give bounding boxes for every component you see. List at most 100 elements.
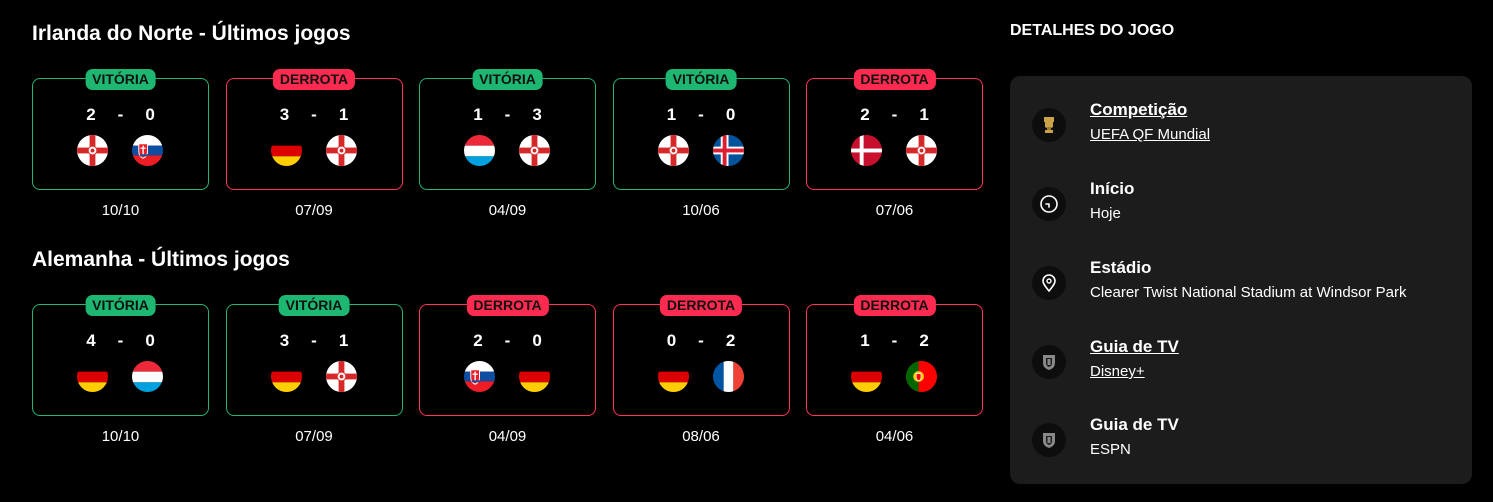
away-score: 1: [919, 105, 929, 124]
team-flags: [420, 361, 595, 393]
result-badge: DERROTA: [853, 295, 936, 316]
northern-ireland-flag: [77, 135, 108, 166]
slovakia-flag: [132, 135, 163, 166]
detail-label: Estádio: [1090, 258, 1152, 277]
game-card[interactable]: VITÓRIA 4 - 0: [32, 295, 209, 416]
score: 1 - 2: [807, 331, 982, 351]
team-flags: [33, 361, 208, 393]
away-score: 0: [145, 331, 155, 350]
home-score: 1: [666, 105, 677, 124]
detail-value: ESPN: [1090, 441, 1131, 458]
match-details-header: DETALHES DO JOGO: [1010, 22, 1175, 39]
away-score: 1: [338, 331, 349, 350]
section-title-germany: Alemanha - Últimos jogos: [32, 248, 290, 271]
game-date: 08/06: [682, 428, 720, 445]
score-separator: -: [504, 331, 511, 350]
home-score: 0: [666, 331, 677, 350]
score: 2 - 0: [420, 331, 595, 351]
detail-value[interactable]: Disney+: [1090, 363, 1145, 380]
slovakia-flag: [464, 361, 495, 392]
away-score: 1: [338, 105, 349, 124]
game-date: 07/06: [875, 202, 914, 219]
home-score: 3: [279, 105, 290, 124]
score-separator: -: [891, 331, 898, 350]
trophy-icon: [1032, 108, 1066, 142]
score-separator: -: [311, 105, 317, 124]
northern-ireland-flag: [519, 135, 550, 166]
game-card[interactable]: DERROTA 1 - 2: [806, 295, 983, 416]
germany-flag: [657, 361, 689, 392]
game-date: 04/09: [488, 202, 527, 219]
match-details-panel: Competição UEFA QF Mundial Início Hoje Estád…: [1010, 76, 1472, 484]
game-card[interactable]: VITÓRIA 2 - 0: [32, 69, 209, 190]
detail-label[interactable]: Competição: [1090, 100, 1187, 120]
detail-value: Clearer Twist National Stadium at Windso…: [1090, 284, 1407, 301]
detail-value: Hoje: [1090, 205, 1121, 222]
game-card[interactable]: VITÓRIA 3 - 1: [225, 295, 403, 416]
luxembourg-flag: [132, 361, 163, 392]
score: 0 - 2: [614, 331, 789, 351]
home-score: 2: [860, 105, 870, 124]
portugal-flag: [906, 361, 937, 392]
game-date: 07/09: [295, 428, 333, 445]
tv-guide-icon: [1032, 423, 1066, 457]
northern-ireland-flag: [325, 135, 357, 166]
away-score: 0: [725, 105, 736, 124]
score: 1 - 3: [420, 105, 595, 125]
detail-row[interactable]: Competição UEFA QF Mundial: [1010, 100, 1472, 160]
iceland-flag: [712, 135, 744, 166]
score-separator: -: [117, 331, 124, 350]
germany-flag: [519, 361, 550, 392]
result-badge: DERROTA: [853, 69, 936, 90]
game-card[interactable]: DERROTA 0 - 2: [612, 295, 790, 416]
away-score: 2: [725, 331, 736, 350]
game-card[interactable]: VITÓRIA 1 - 3: [419, 69, 596, 190]
result-badge: DERROTA: [466, 295, 549, 316]
score-separator: -: [117, 105, 124, 124]
game-card[interactable]: DERROTA 2 - 1: [806, 69, 983, 190]
away-score: 0: [532, 331, 542, 350]
score: 1 - 0: [614, 105, 789, 125]
result-badge: VITÓRIA: [278, 295, 350, 316]
detail-row: Estádio Clearer Twist National Stadium at…: [1010, 258, 1472, 318]
game-date: 04/06: [875, 428, 914, 445]
denmark-flag: [851, 135, 882, 166]
game-card[interactable]: DERROTA 3 - 1: [225, 69, 403, 190]
detail-row[interactable]: Guia de TV Disney+: [1010, 337, 1472, 397]
france-flag: [712, 361, 744, 392]
score-separator: -: [504, 105, 511, 124]
team-flags: [33, 135, 208, 167]
tv-guide-icon: [1032, 345, 1066, 379]
home-score: 1: [473, 105, 483, 124]
germany-flag: [270, 361, 302, 392]
recent-games-germany: VITÓRIA 4-0 10/10 VITÓRIA 3-1 07/09 DERROTA 2-0…: [32, 295, 983, 464]
detail-row: Guia de TV ESPN: [1010, 415, 1472, 475]
team-flags: [614, 135, 789, 167]
home-score: 3: [279, 331, 290, 350]
game-date: 10/10: [101, 202, 140, 219]
germany-flag: [270, 135, 302, 166]
game-card[interactable]: VITÓRIA 1 - 0: [612, 69, 790, 190]
team-flags: [227, 361, 402, 393]
northern-ireland-flag: [325, 361, 357, 392]
game-date: 07/09: [295, 202, 333, 219]
result-badge: VITÓRIA: [665, 69, 737, 90]
northern-ireland-flag: [906, 135, 937, 166]
game-card[interactable]: DERROTA 2 - 0: [419, 295, 596, 416]
team-flags: [807, 135, 982, 167]
home-score: 2: [86, 105, 96, 124]
detail-label: Início: [1090, 179, 1135, 198]
result-badge: VITÓRIA: [85, 295, 156, 316]
detail-label[interactable]: Guia de TV: [1090, 337, 1179, 357]
score: 3 - 1: [227, 331, 402, 351]
away-score: 3: [532, 105, 542, 124]
home-score: 1: [860, 331, 870, 350]
game-date: 04/09: [488, 428, 527, 445]
germany-flag: [851, 361, 882, 392]
score: 2 - 1: [807, 105, 982, 125]
score-separator: -: [891, 105, 898, 124]
score-separator: -: [698, 105, 704, 124]
game-date: 10/10: [101, 428, 140, 445]
score-separator: -: [311, 331, 317, 350]
detail-value[interactable]: UEFA QF Mundial: [1090, 126, 1210, 143]
